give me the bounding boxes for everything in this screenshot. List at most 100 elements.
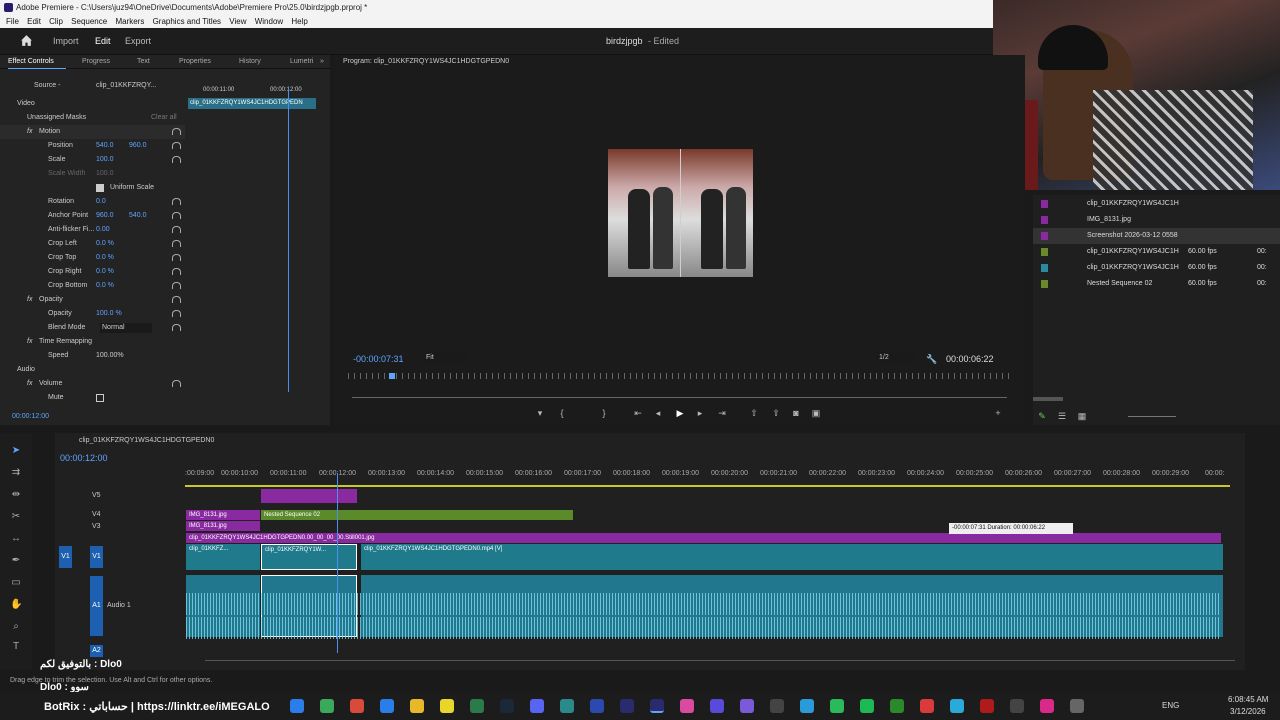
home-icon[interactable] <box>20 34 33 47</box>
premiere-active-icon[interactable] <box>650 699 664 713</box>
menu-sequence[interactable]: Sequence <box>71 15 107 28</box>
mute-checkbox[interactable] <box>96 394 104 402</box>
timeline-timecode[interactable]: 00:00:12:00 <box>60 453 108 463</box>
clock-date[interactable]: 3/12/2026 <box>1230 707 1266 716</box>
list-view-icon[interactable]: ☰ <box>1057 411 1067 421</box>
tab-progress[interactable]: Progress <box>82 58 110 65</box>
reset-icon[interactable] <box>172 212 181 219</box>
zoom-icon[interactable]: ⌕ <box>10 621 22 633</box>
chrome-icon[interactable] <box>290 699 304 713</box>
program-playhead[interactable] <box>389 373 395 379</box>
spotify-icon[interactable] <box>860 699 874 713</box>
app-icon-4[interactable] <box>740 699 754 713</box>
v3-image-clip[interactable]: IMG_8131.jpg <box>186 521 260 531</box>
project-item[interactable]: clip_01KKFZRQY1WS4JC1H 60.00 fps 00: <box>1033 260 1280 276</box>
app-icon-6[interactable] <box>950 699 964 713</box>
reset-icon[interactable] <box>172 128 181 135</box>
opacity-value[interactable]: 100.0 % <box>96 307 122 321</box>
crop-left-value[interactable]: 0.0 % <box>96 237 114 251</box>
track-select-icon[interactable]: ⇉ <box>10 467 22 479</box>
menu-window[interactable]: Window <box>255 15 283 28</box>
menu-edit[interactable]: Edit <box>27 15 41 28</box>
wrench-icon[interactable]: 🔧 <box>926 354 937 364</box>
app-icon-5[interactable] <box>920 699 934 713</box>
timeline-scrollbar[interactable] <box>205 660 1235 661</box>
program-ruler[interactable] <box>348 373 1011 379</box>
sequence-tab[interactable]: clip_01KKFZRQY1WS4JC1HDGTGPEDN0 <box>79 437 214 444</box>
premiere-icon[interactable] <box>620 699 634 713</box>
reset-icon[interactable] <box>172 282 181 289</box>
chrome-icon-3[interactable] <box>350 699 364 713</box>
reset-icon[interactable] <box>172 324 181 331</box>
track-v1[interactable]: V1 <box>90 546 103 568</box>
track-v4[interactable]: V4 <box>92 511 101 518</box>
anchor-x[interactable]: 960.0 <box>96 209 114 223</box>
reset-icon[interactable] <box>172 142 181 149</box>
project-item[interactable]: clip_01KKFZRQY1WS4JC1H 60.00 fps 00: <box>1033 244 1280 260</box>
clock-time[interactable]: 6:08:45 AM <box>1228 695 1268 704</box>
tab-lumetri[interactable]: Lumetri <box>290 58 313 65</box>
go-to-in-icon[interactable]: ⇤ <box>633 408 643 418</box>
reset-icon[interactable] <box>172 198 181 205</box>
blend-mode-select[interactable]: Normal <box>100 323 152 333</box>
obs-icon[interactable] <box>770 699 784 713</box>
pen-icon[interactable]: ✒ <box>10 555 22 567</box>
track-v3[interactable]: V3 <box>92 523 101 530</box>
track-a2[interactable]: A2 <box>90 645 103 657</box>
export-tab[interactable]: Export <box>125 36 151 46</box>
project-scrollbar[interactable] <box>1033 397 1063 401</box>
v5-graphic-clip[interactable] <box>261 489 357 503</box>
telegram-icon[interactable] <box>800 699 814 713</box>
time-ruler[interactable]: :00:09:00 00:00:10:00 00:00:11:00 00:00:… <box>185 467 1230 485</box>
tab-effect-controls[interactable]: Effect Controls <box>8 58 54 65</box>
razor-icon[interactable]: ✂ <box>10 511 22 523</box>
edge-icon[interactable] <box>380 699 394 713</box>
settings-icon[interactable] <box>1070 699 1084 713</box>
source-dropdown[interactable]: Source - <box>34 82 60 89</box>
crop-top-value[interactable]: 0.0 % <box>96 251 114 265</box>
reset-icon[interactable] <box>172 156 181 163</box>
anchor-y[interactable]: 540.0 <box>129 209 147 223</box>
menu-view[interactable]: View <box>229 15 246 28</box>
reset-icon[interactable] <box>172 380 181 387</box>
v1-clip-selected[interactable]: clip_01KKFZRQY1W... <box>261 544 357 570</box>
chrome-icon-2[interactable] <box>320 699 334 713</box>
clip-dropdown[interactable]: clip_01KKFZRQY... <box>96 82 156 89</box>
edit-tab[interactable]: Edit <box>95 36 111 46</box>
reset-icon[interactable] <box>172 240 181 247</box>
step-back-icon[interactable]: ◂ <box>653 408 663 418</box>
reset-icon[interactable] <box>172 296 181 303</box>
scale-value[interactable]: 100.0 <box>96 153 114 167</box>
tab-properties[interactable]: Properties <box>179 58 211 65</box>
menu-file[interactable]: File <box>6 15 19 28</box>
speed-value[interactable]: 100.00% <box>96 349 124 363</box>
slip-icon[interactable]: ↔ <box>10 533 22 545</box>
excel-icon[interactable] <box>470 699 484 713</box>
menu-markers[interactable]: Markers <box>115 15 144 28</box>
quality-dropdown[interactable]: 1/2 <box>876 352 916 364</box>
overflow-icon[interactable]: » <box>320 58 324 65</box>
position-x[interactable]: 540.0 <box>96 139 114 153</box>
track-a1[interactable]: A1 <box>90 576 103 636</box>
play-icon[interactable]: ▶ <box>675 408 685 418</box>
reset-icon[interactable] <box>172 268 181 275</box>
hand-icon[interactable]: ✋ <box>10 599 22 611</box>
work-area-bar[interactable] <box>185 485 1230 487</box>
v4-image-clip[interactable]: IMG_8131.jpg <box>186 510 260 520</box>
add-button-icon[interactable]: + <box>993 408 1003 418</box>
camera-icon[interactable]: ◙ <box>791 408 801 418</box>
project-item[interactable]: clip_01KKFZRQY1WS4JC1H <box>1033 196 1280 212</box>
app-icon-3[interactable] <box>710 699 724 713</box>
go-to-out-icon[interactable]: ⇥ <box>717 408 727 418</box>
rotation-value[interactable]: 0.0 <box>96 195 106 209</box>
project-item[interactable]: Nested Sequence 02 60.00 fps 00: <box>1033 276 1280 292</box>
crop-right-value[interactable]: 0.0 % <box>96 265 114 279</box>
reset-icon[interactable] <box>172 310 181 317</box>
fit-dropdown[interactable]: Fit <box>423 352 467 364</box>
steam-icon[interactable] <box>500 699 514 713</box>
antiflicker-value[interactable]: 0.00 <box>96 223 110 237</box>
whatsapp-icon[interactable] <box>830 699 844 713</box>
position-y[interactable]: 960.0 <box>129 139 147 153</box>
clear-all-button[interactable]: Clear all <box>151 111 177 125</box>
app-icon-7[interactable] <box>980 699 994 713</box>
